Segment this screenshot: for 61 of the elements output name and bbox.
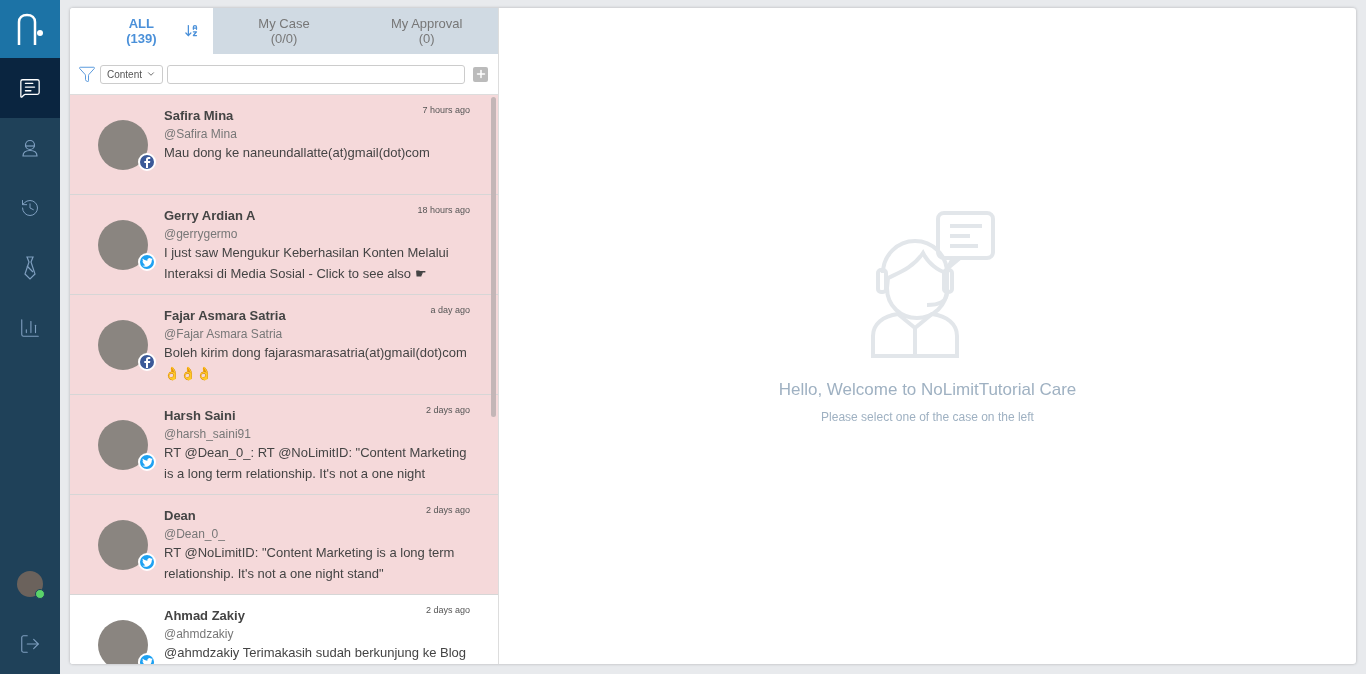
message-text: Boleh kirim dong fajarasmarasatria(at)gmail(dot)com 👌👌👌 — [164, 344, 468, 383]
agent-icon — [20, 138, 40, 158]
chevron-icon — [146, 69, 157, 79]
bird-icon — [141, 557, 153, 567]
case-item[interactable]: Ahmad Zakiy 2 days ago @ahmdzakiy @ahmdzakiy Terimakasih sudah berkunjung ke Blog — [70, 595, 498, 664]
case-item[interactable]: Fajar Asmara Satria a day ago @Fajar Asmara Satria Boleh kirim dong fajarasmarasatria(at)gmail(dot)com 👌👌👌 — [70, 295, 498, 395]
facebook-icon — [143, 356, 151, 368]
sender-name: Gerry Ardian A — [164, 208, 256, 223]
bar-chart-icon — [19, 317, 41, 339]
message-text: @ahmdzakiy Terimakasih sudah berkunjung ke Blog — [164, 644, 467, 662]
chat-icon — [19, 77, 41, 99]
facebook-icon — [143, 156, 151, 168]
message-text: Mau dong ke naneundallatte(at)gmail(dot)com — [164, 144, 431, 162]
sender-handle: @Fajar Asmara Satria — [164, 327, 284, 341]
message-text: RT @NoLimitID: "Content Marketing is a long term relationship. It's not a one night stand" — [164, 544, 456, 583]
case-item[interactable]: Gerry Ardian A 18 hours ago @gerrygermo I just saw Mengukur Keberhasilan Konten Melalui Interaksi di Media Sosial - Click to see also ☛ — [70, 195, 498, 295]
sender-handle: @gerrygermo — [164, 227, 239, 241]
filter-icon[interactable] — [78, 65, 96, 83]
bird-icon — [141, 657, 153, 664]
sender-handle: @ahmdzakiy — [164, 627, 235, 641]
user-avatar[interactable] — [17, 571, 43, 597]
sender-handle: @Safira Mina — [164, 127, 238, 141]
plus-icon — [474, 68, 487, 80]
timestamp: 2 days ago — [425, 505, 470, 515]
message-text: RT @Dean_0_: RT @NoLimitID: "Content Marketing is a long term relationship. It's not a one night — [164, 444, 468, 483]
avatar — [98, 520, 148, 570]
case-item[interactable]: Dean 2 days ago @Dean_0_ RT @NoLimitID: "Content Marketing is a long term relationship. It's not a one night stand" — [70, 495, 498, 595]
welcome-subtitle: Please select one of the case on the left — [821, 410, 1034, 424]
avatar — [98, 420, 148, 470]
case-item[interactable]: Harsh Saini 2 days ago @harsh_saini91 RT @Dean_0_: RT @NoLimitID: "Content Marketing is a long term relationship. It's not a one night — [70, 395, 498, 495]
timestamp: 18 hours ago — [417, 205, 470, 215]
sender-handle: @harsh_saini91 — [164, 427, 252, 441]
timestamp: 2 days ago — [425, 405, 470, 415]
logo-icon — [15, 12, 45, 46]
nav-button[interactable] — [0, 58, 60, 118]
sender-name: Harsh Saini — [164, 408, 236, 423]
timestamp: a day ago — [430, 305, 470, 315]
content-dropdown[interactable]: Content — [100, 64, 164, 84]
sender-name: Safira Mina — [164, 108, 234, 123]
add-button[interactable] — [473, 66, 488, 82]
timestamp: 7 hours ago — [422, 105, 470, 115]
scrollbar[interactable] — [491, 97, 496, 417]
logout-icon — [19, 633, 41, 655]
search-field[interactable] — [167, 64, 465, 84]
welcome-title: Hello, Welcome to NoLimitTutorial Care — [778, 380, 1077, 400]
avatar — [98, 320, 148, 370]
sender-name: Ahmad Zakiy — [164, 608, 245, 623]
avatar — [98, 120, 148, 170]
case-item[interactable]: Safira Mina 7 hours ago @Safira Mina Mau dong ke naneundallatte(at)gmail(dot)com — [70, 95, 498, 195]
sender-name: Dean — [164, 508, 196, 523]
bird-icon — [141, 257, 153, 267]
timestamp: 2 days ago — [425, 605, 470, 615]
sender-handle: @Dean_0_ — [164, 527, 226, 541]
tie-icon — [23, 256, 37, 280]
bird-icon — [141, 457, 153, 467]
message-text: I just saw Mengukur Keberhasilan Konten Melalui Interaksi di Media Sosial - Click to see also ☛ — [164, 244, 450, 283]
sender-name: Fajar Asmara Satria — [164, 308, 286, 323]
sort-icon[interactable] — [183, 23, 199, 38]
avatar — [98, 620, 148, 664]
avatar — [98, 220, 148, 270]
history-icon — [20, 198, 40, 218]
